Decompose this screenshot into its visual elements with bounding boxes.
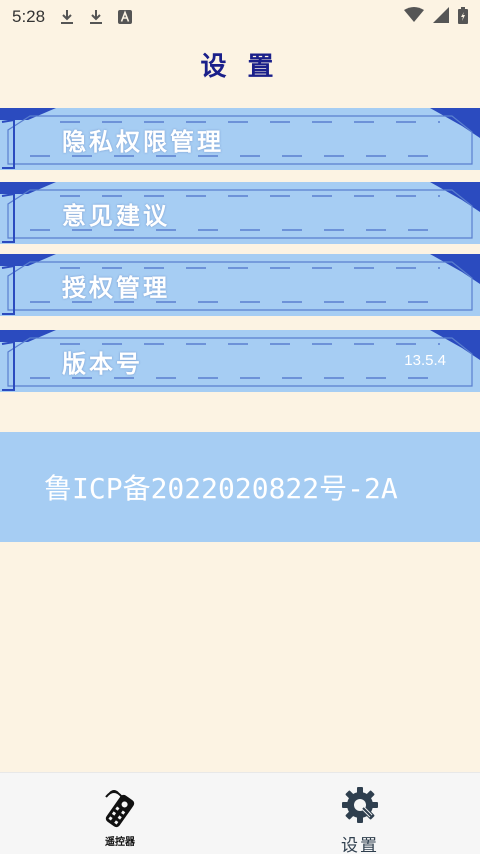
nav-settings[interactable]: 设置 (290, 773, 430, 854)
menu-item-label: 授权管理 (62, 273, 170, 302)
authorization-item[interactable]: 授权管理 (0, 254, 480, 316)
version-number: 13.5.4 (404, 352, 446, 369)
download-icon (59, 9, 75, 25)
version-item[interactable]: 版本号 13.5.4 (0, 330, 480, 392)
bottom-nav: 遥控器 设置 (0, 772, 480, 854)
font-icon (117, 9, 133, 25)
icp-text: 鲁ICP备2022020822号-2A (44, 472, 398, 505)
remote-control-icon (100, 789, 140, 833)
menu-item-label: 隐私权限管理 (62, 127, 224, 156)
battery-icon (458, 6, 468, 28)
feedback-item[interactable]: 意见建议 (0, 182, 480, 244)
menu-item-label: 版本号 (62, 349, 143, 378)
privacy-permission-item[interactable]: 隐私权限管理 (0, 108, 480, 170)
wifi-icon (404, 7, 424, 27)
icp-banner: 鲁ICP备2022020822号-2A (0, 432, 480, 542)
page-title: 设 置 (200, 52, 280, 82)
nav-label: 设置 (341, 836, 379, 854)
download-icon (88, 9, 104, 25)
nav-remote-control[interactable]: 遥控器 (50, 773, 190, 854)
menu-item-label: 意见建议 (62, 201, 170, 230)
settings-gear-icon (340, 785, 380, 829)
status-time: 5:28 (12, 7, 46, 26)
signal-icon (433, 7, 449, 27)
status-bar: 5:28 (0, 0, 480, 34)
nav-label: 遥控器 (105, 837, 135, 848)
